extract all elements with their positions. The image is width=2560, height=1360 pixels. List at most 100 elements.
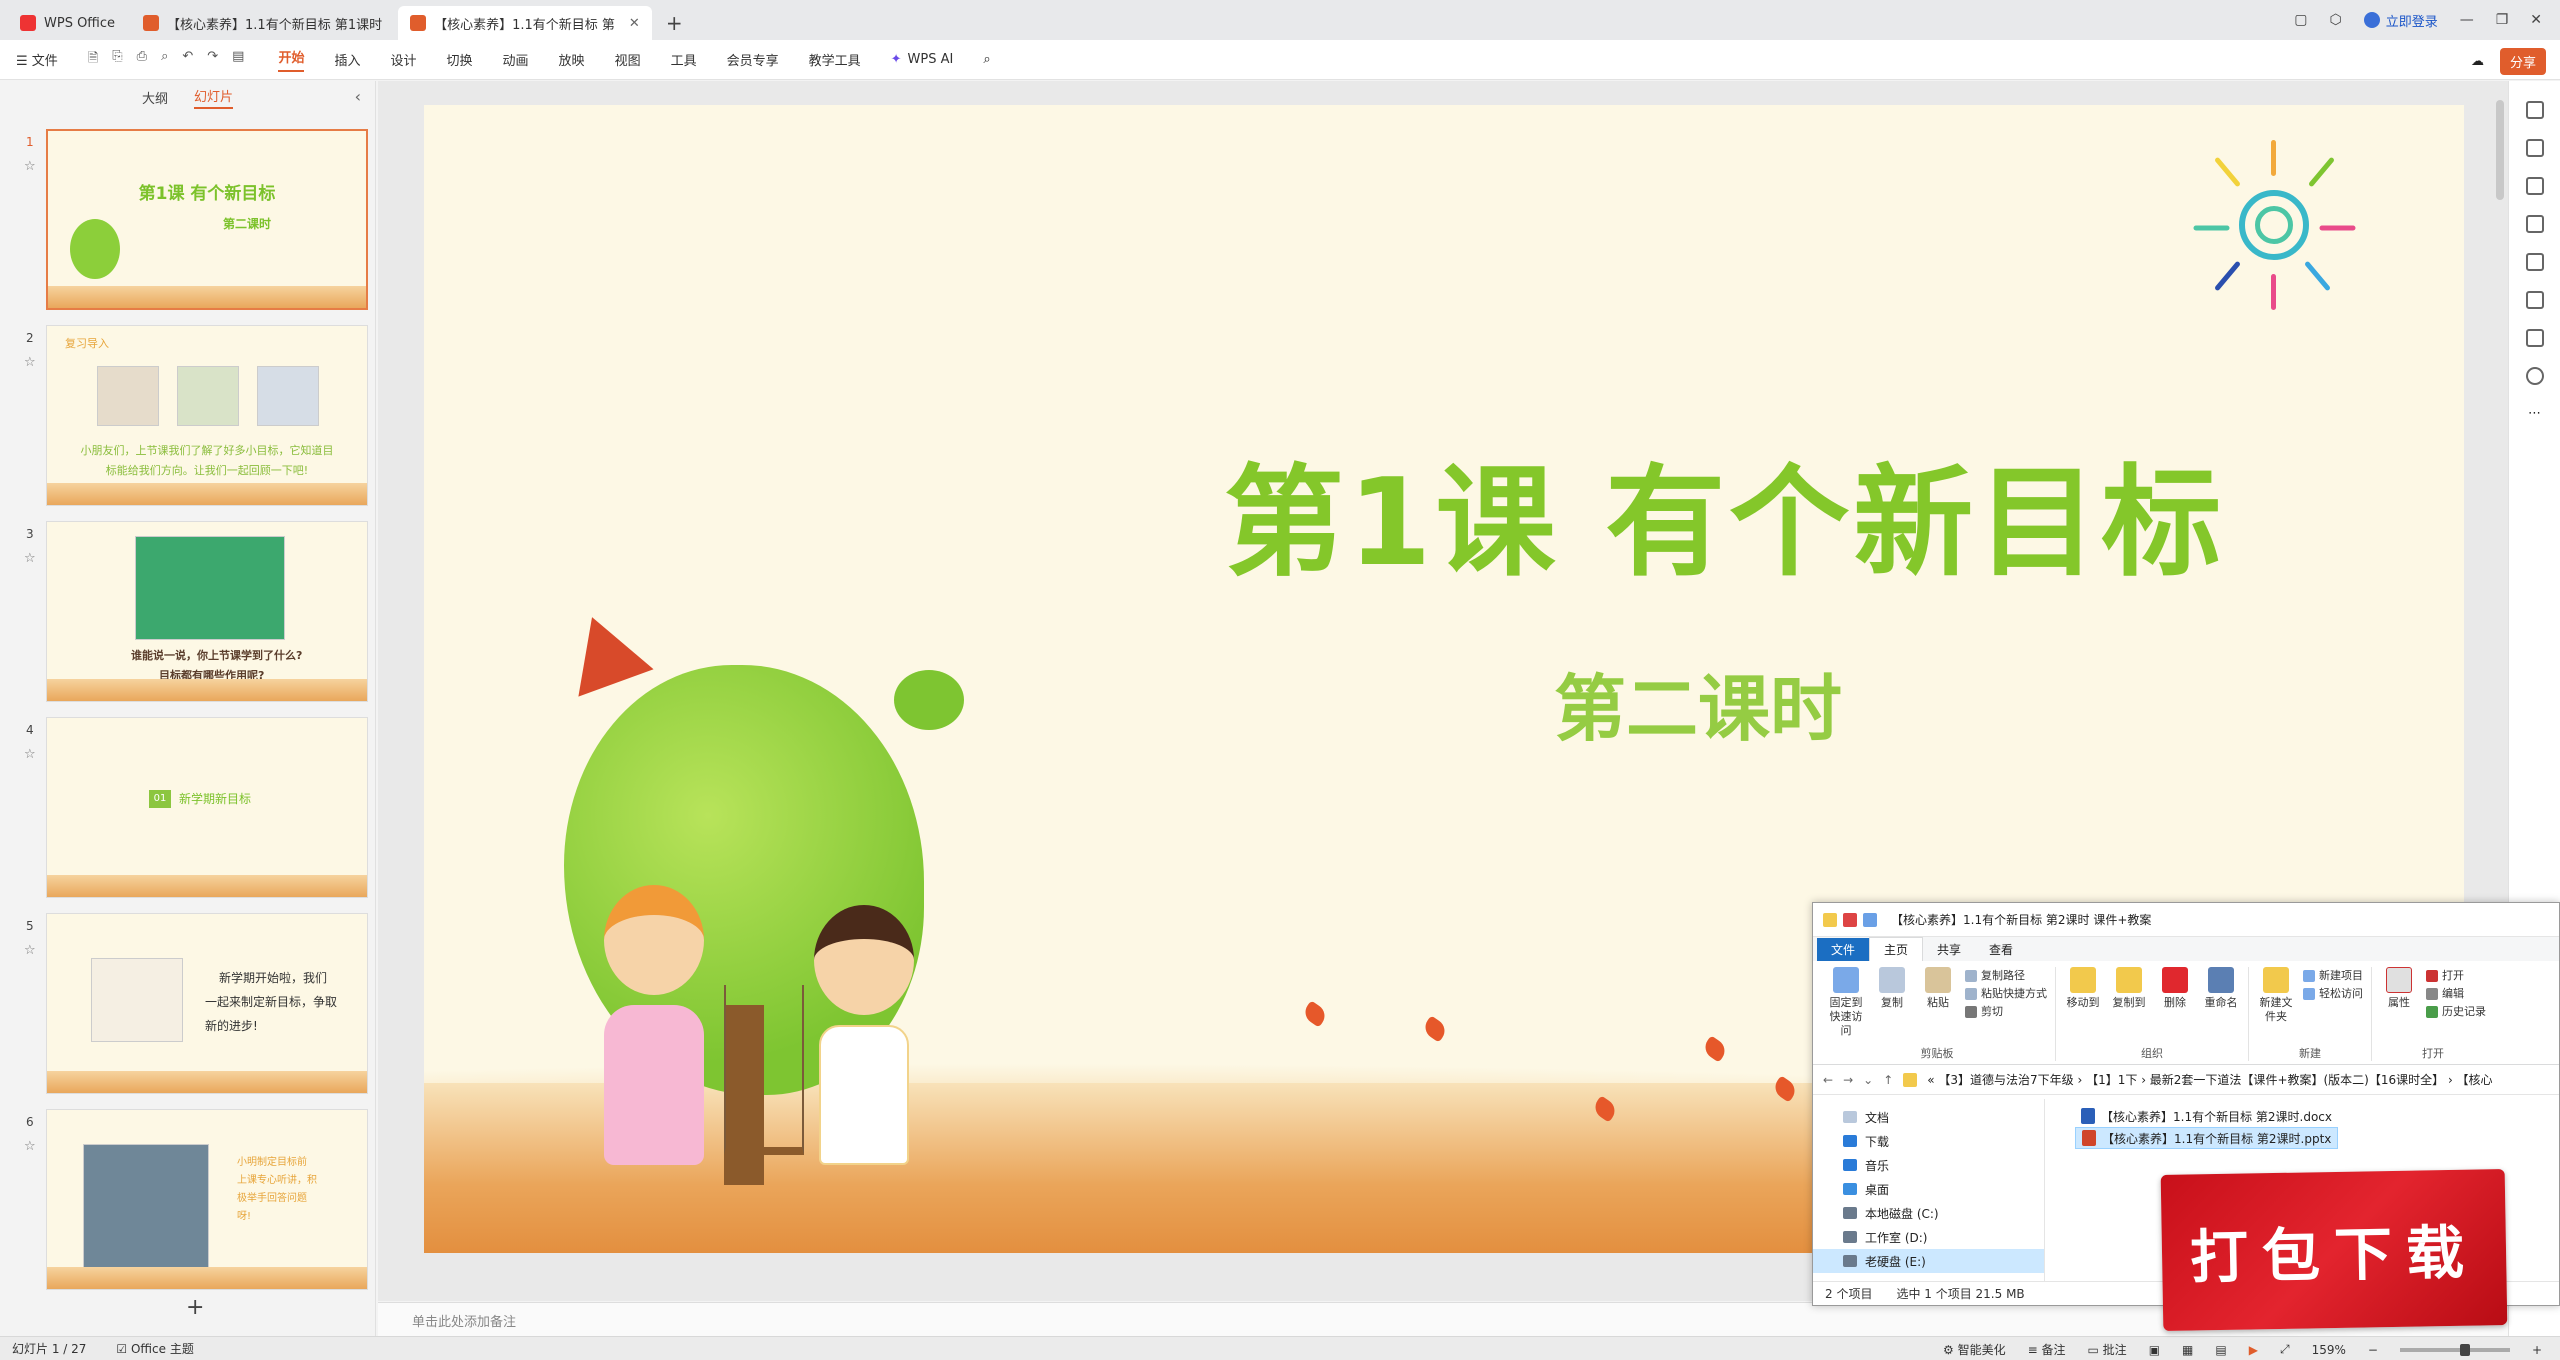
- tab-wps-home[interactable]: WPS Office: [8, 6, 127, 40]
- slide-thumbnail-1[interactable]: 第1课 有个新目标 第二课时: [46, 129, 368, 310]
- undo-icon[interactable]: [1863, 912, 1877, 927]
- file-item-docx[interactable]: 【核心素养】1.1有个新目标 第2课时.docx: [2075, 1105, 2338, 1127]
- star-icon[interactable]: ☆: [24, 355, 36, 370]
- layout-icon[interactable]: ▢: [2294, 12, 2307, 28]
- copy-button[interactable]: 复制: [1873, 967, 1911, 1038]
- download-package-button[interactable]: 打包下载: [2160, 1169, 2508, 1331]
- magic-icon[interactable]: [2525, 253, 2544, 271]
- menu-item-animation[interactable]: 动画: [503, 50, 529, 69]
- wps-ai-button[interactable]: ✦ WPS AI: [891, 52, 954, 67]
- picture-icon[interactable]: [2525, 215, 2544, 233]
- properties-icon[interactable]: [1843, 912, 1857, 927]
- tree-item-drive-e[interactable]: 老硬盘 (E:): [1813, 1249, 2044, 1273]
- cut-button[interactable]: 剪切: [1965, 1003, 2047, 1021]
- address-path[interactable]: « 【3】道德与法治7下年级 › 【1】1下 › 最新2套一下道法【课件+教案】…: [1927, 1071, 2492, 1088]
- slide-thumb-row-2[interactable]: 2 ☆ 复习导入 小朋友们，上节课我们了解了好多小目标，它知道目 标能给我们方向…: [0, 325, 376, 511]
- slide-thumb-row-4[interactable]: 4 ☆ 01 新学期新目标: [0, 717, 376, 903]
- cube-icon[interactable]: ⬡: [2329, 12, 2341, 28]
- slide-thumb-row-6[interactable]: 6 ☆ 小明制定目标前 上课专心听讲，积 极举手回答问题 呀!: [0, 1109, 376, 1295]
- zoom-out-icon[interactable]: −: [2368, 1343, 2378, 1357]
- print-icon[interactable]: ⎙: [137, 49, 147, 71]
- help-icon[interactable]: [2525, 367, 2544, 385]
- undo-icon[interactable]: ↶: [182, 49, 193, 71]
- menu-item-teaching[interactable]: 教学工具: [809, 50, 861, 69]
- new-folder-button[interactable]: 新建文件夹: [2257, 967, 2295, 1024]
- share-button[interactable]: 分享: [2499, 48, 2546, 75]
- beautify-button[interactable]: ⚙ 智能美化: [1943, 1341, 2006, 1358]
- back-arrow-icon[interactable]: ←: [1823, 1073, 1833, 1087]
- theme-button[interactable]: ☑ Office 主题: [116, 1340, 193, 1357]
- pin-quick-access-button[interactable]: 固定到快速访问: [1827, 967, 1865, 1038]
- slide-thumb-row-5[interactable]: 5 ☆ 新学期开始啦，我们 一起来制定新目标，争取 新的进步!: [0, 913, 376, 1099]
- minimize-icon[interactable]: —: [2460, 12, 2474, 28]
- vertical-scrollbar[interactable]: [2496, 100, 2504, 200]
- zoom-level[interactable]: 159%: [2312, 1343, 2346, 1357]
- normal-view-icon[interactable]: ▣: [2149, 1343, 2160, 1357]
- slide-thumbnail-4[interactable]: 01 新学期新目标: [46, 717, 368, 898]
- history-button[interactable]: 历史记录: [2426, 1003, 2486, 1021]
- slide-title[interactable]: 第1课 有个新目标: [1224, 425, 2324, 599]
- menu-item-transition[interactable]: 切换: [447, 50, 473, 69]
- export-icon[interactable]: ⎘: [112, 49, 122, 71]
- more-icon[interactable]: ⋯: [2526, 405, 2544, 423]
- file-item-pptx[interactable]: 【核心素养】1.1有个新目标 第2课时.pptx: [2075, 1127, 2339, 1149]
- cloud-icon[interactable]: ☁: [2471, 54, 2484, 69]
- slide-thumb-row-3[interactable]: 3 ☆ 谁能说一说，你上节课学到了什么? 目标都有哪些作用呢?: [0, 521, 376, 707]
- slide-subtitle[interactable]: 第二课时: [1554, 650, 1842, 755]
- menu-item-home[interactable]: 开始: [278, 47, 305, 72]
- ribbon-tab-share[interactable]: 共享: [1923, 938, 1975, 961]
- format-painter-icon[interactable]: ▤: [232, 49, 244, 71]
- menu-item-view[interactable]: 视图: [615, 50, 641, 69]
- comments-button[interactable]: ▭ 批注: [2088, 1341, 2127, 1358]
- forward-arrow-icon[interactable]: →: [1843, 1073, 1853, 1087]
- star-icon[interactable]: ☆: [24, 159, 36, 174]
- dropdown-icon[interactable]: ⌄: [1863, 1073, 1873, 1087]
- reading-view-icon[interactable]: ▤: [2215, 1343, 2226, 1357]
- star-icon[interactable]: ☆: [24, 943, 36, 958]
- ribbon-tab-file[interactable]: 文件: [1817, 938, 1870, 961]
- move-to-button[interactable]: 移动到: [2064, 967, 2102, 1010]
- star-icon[interactable]: ☆: [24, 1139, 36, 1154]
- star-icon[interactable]: ☆: [24, 747, 36, 762]
- ribbon-tab-home[interactable]: 主页: [1869, 937, 1924, 961]
- restore-icon[interactable]: ❐: [2496, 12, 2509, 28]
- tab-outline[interactable]: 大纲: [142, 88, 168, 107]
- slide-thumbnail-3[interactable]: 谁能说一说，你上节课学到了什么? 目标都有哪些作用呢?: [46, 521, 368, 702]
- fit-window-icon[interactable]: ⤢: [2280, 1342, 2290, 1357]
- zoom-slider[interactable]: [2399, 1343, 2510, 1356]
- copy-to-button[interactable]: 复制到: [2110, 967, 2148, 1010]
- menu-item-design[interactable]: 设计: [391, 50, 417, 69]
- new-item-button[interactable]: 新建项目: [2303, 967, 2363, 985]
- delete-button[interactable]: 删除: [2156, 967, 2194, 1010]
- sorter-view-icon[interactable]: ▦: [2182, 1343, 2193, 1357]
- star-icon[interactable]: [2525, 139, 2544, 157]
- file-menu[interactable]: ☰ 文件: [16, 50, 58, 69]
- menu-item-slideshow[interactable]: 放映: [559, 50, 585, 69]
- shirt-icon[interactable]: [2525, 329, 2544, 347]
- play-slideshow-icon[interactable]: ▶: [2249, 1343, 2258, 1357]
- redo-icon[interactable]: ↷: [207, 49, 218, 71]
- menu-item-member[interactable]: 会员专享: [727, 50, 779, 69]
- up-arrow-icon[interactable]: ↑: [1883, 1073, 1893, 1087]
- close-tab-icon[interactable]: ✕: [629, 16, 640, 31]
- ribbon-tab-view[interactable]: 查看: [1975, 938, 2027, 961]
- properties-button[interactable]: 属性: [2380, 967, 2418, 1021]
- login-button[interactable]: 立即登录: [2363, 11, 2438, 30]
- slide-thumb-row-1[interactable]: 1 ☆ 第1课 有个新目标 第二课时: [0, 129, 376, 315]
- menu-item-tools[interactable]: 工具: [671, 50, 697, 69]
- copy-path-button[interactable]: 复制路径: [1965, 967, 2047, 985]
- edit-button[interactable]: 编辑: [2426, 985, 2486, 1003]
- save-icon[interactable]: 🗎: [88, 49, 98, 71]
- tree-item-drive-c[interactable]: 本地磁盘 (C:): [1843, 1201, 2044, 1225]
- book-icon[interactable]: [2525, 291, 2544, 309]
- tree-item-music[interactable]: 音乐: [1843, 1153, 2044, 1177]
- menu-item-insert[interactable]: 插入: [334, 50, 360, 69]
- paste-button[interactable]: 粘贴: [1919, 967, 1957, 1038]
- tab-doc-1[interactable]: 【核心素养】1.1有个新目标 第1课时: [131, 6, 394, 40]
- tab-doc-2[interactable]: 【核心素养】1.1有个新目标 第 ✕: [398, 6, 652, 40]
- rename-button[interactable]: 重命名: [2202, 967, 2240, 1010]
- slide-thumbnail-5[interactable]: 新学期开始啦，我们 一起来制定新目标，争取 新的进步!: [46, 913, 368, 1094]
- star-icon[interactable]: ☆: [24, 551, 36, 566]
- tree-item-desktop[interactable]: 桌面: [1843, 1177, 2044, 1201]
- preview-icon[interactable]: ⌕: [161, 49, 168, 71]
